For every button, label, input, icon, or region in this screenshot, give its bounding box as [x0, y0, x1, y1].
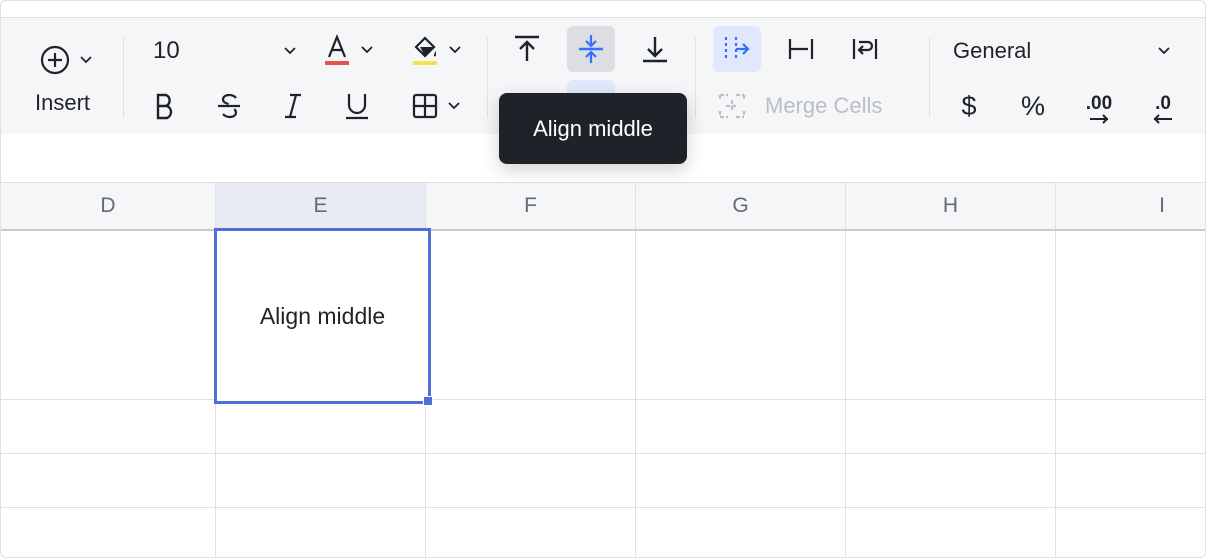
cell-text: Align middle [259, 302, 386, 329]
align-middle-icon [576, 33, 606, 65]
bold-icon [153, 92, 177, 120]
grid-line [845, 231, 846, 557]
borders-button[interactable] [403, 86, 469, 126]
text-wrap-icon [850, 34, 880, 64]
grid-line [1, 453, 1205, 454]
decrease-decimal-text: .00 [1085, 93, 1113, 114]
paint-bucket-icon [410, 33, 440, 67]
grid-line [1, 507, 1205, 508]
align-top-icon [512, 34, 542, 64]
increase-decimal-button[interactable]: .0 [1139, 86, 1187, 134]
tooltip: Align middle [499, 93, 687, 164]
text-clip-icon [786, 34, 816, 64]
underline-button[interactable] [339, 86, 375, 126]
strikethrough-icon [216, 92, 242, 120]
chevron-down-icon [360, 45, 374, 55]
arrow-left-icon [1151, 113, 1175, 125]
merge-cells-icon [717, 92, 747, 120]
plus-circle-icon [39, 44, 71, 76]
currency-icon: $ [961, 90, 977, 121]
merge-cells-button[interactable]: Merge Cells [717, 88, 911, 124]
number-format-value: General [953, 38, 1032, 63]
selected-cell-e1[interactable]: Align middle [214, 228, 431, 404]
percent-format-button[interactable]: % [1011, 86, 1055, 126]
spreadsheet-window: Insert 10 Merge Cells General $ % .00 .0… [0, 0, 1206, 558]
align-top-button[interactable] [503, 26, 551, 72]
merge-cells-label: Merge Cells [765, 93, 883, 118]
borders-icon [411, 92, 439, 120]
insert-label: Insert [35, 90, 91, 115]
toolbar-divider [929, 38, 930, 118]
toolbar-divider [487, 38, 488, 118]
align-bottom-button[interactable] [631, 26, 679, 72]
italic-button[interactable] [275, 86, 311, 126]
align-middle-button[interactable] [567, 26, 615, 72]
column-header-i[interactable]: I [1056, 183, 1205, 231]
font-color-button[interactable] [315, 30, 381, 70]
currency-format-button[interactable]: $ [947, 86, 991, 126]
text-overflow-icon [722, 34, 752, 64]
column-header-f[interactable]: F [426, 183, 636, 231]
toolbar-divider [123, 38, 124, 118]
chevron-down-icon [1157, 46, 1171, 56]
grid-line [635, 231, 636, 557]
underline-icon [344, 91, 370, 121]
column-header-e[interactable]: E [216, 183, 426, 231]
text-overflow-button[interactable] [713, 26, 761, 72]
fill-handle[interactable] [423, 396, 433, 406]
column-header-h[interactable]: H [846, 183, 1056, 231]
increase-decimal-text: .0 [1155, 93, 1171, 114]
tooltip-text: Align middle [533, 115, 653, 141]
column-header-g[interactable]: G [636, 183, 846, 231]
font-size-select[interactable]: 10 [147, 32, 303, 70]
text-clip-button[interactable] [777, 26, 825, 72]
chevron-down-icon [447, 101, 461, 111]
chevron-down-icon [283, 46, 297, 56]
fill-color-button[interactable] [403, 30, 469, 70]
font-size-value: 10 [153, 37, 180, 64]
number-format-select[interactable]: General [947, 32, 1177, 70]
grid-line [1, 399, 1205, 400]
insert-button[interactable] [27, 40, 105, 80]
grid-line [1055, 231, 1056, 557]
text-wrap-button[interactable] [841, 26, 889, 72]
percent-icon: % [1020, 90, 1045, 121]
chevron-down-icon [79, 55, 93, 65]
decrease-decimal-button[interactable]: .00 [1075, 86, 1123, 134]
chevron-down-icon [448, 45, 462, 55]
bold-button[interactable] [147, 86, 183, 126]
italic-icon [281, 92, 305, 120]
align-bottom-icon [640, 34, 670, 64]
toolbar-divider [695, 38, 696, 118]
arrow-right-icon [1087, 113, 1111, 125]
strikethrough-button[interactable] [211, 86, 247, 126]
font-color-icon [322, 33, 352, 67]
column-header-d[interactable]: D [1, 183, 216, 231]
